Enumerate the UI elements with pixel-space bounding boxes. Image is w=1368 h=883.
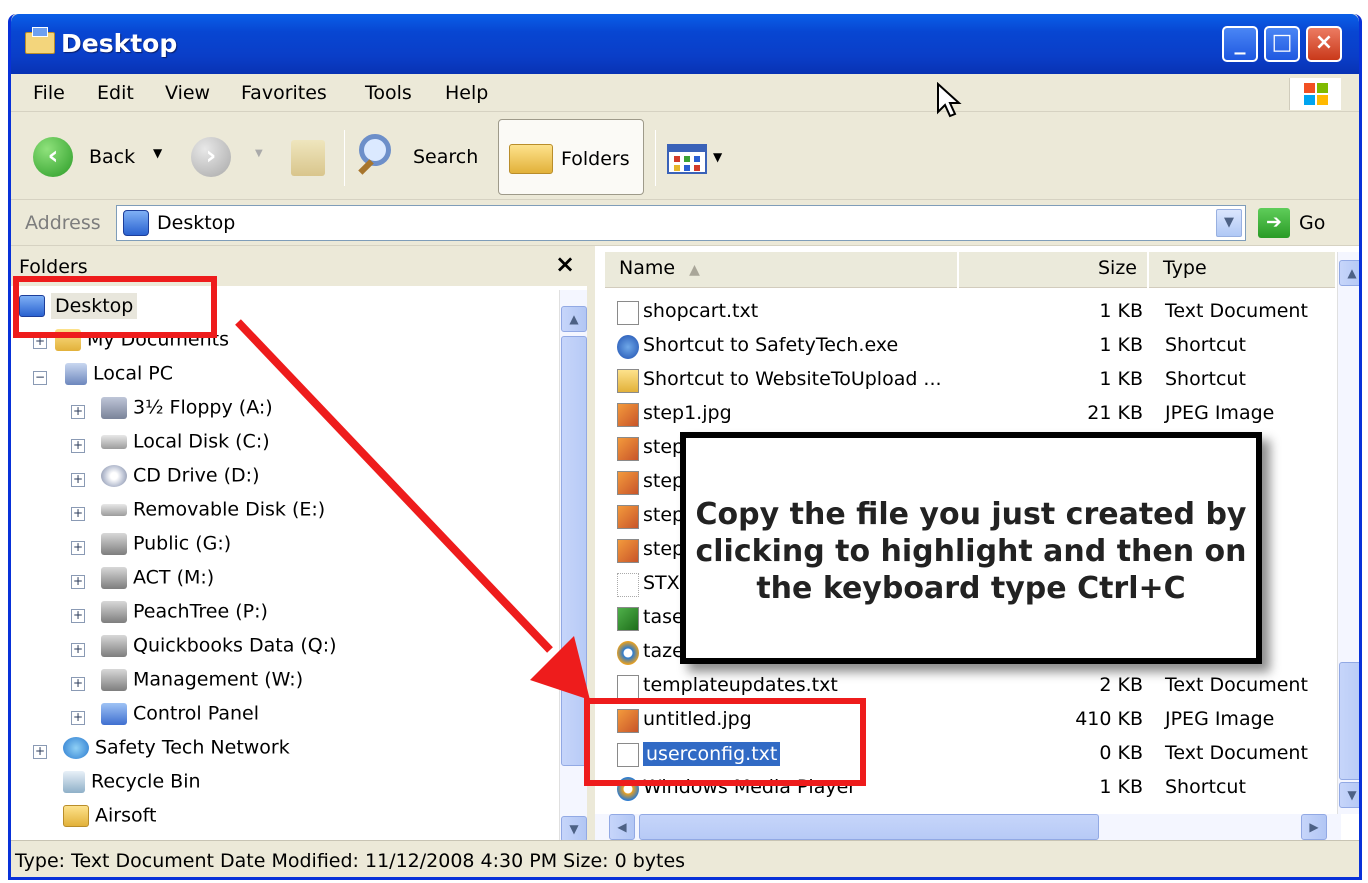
instruction-callout: Copy the file you just created by clicki… (680, 432, 1262, 664)
callout-line: Copy the file you just created by (695, 497, 1247, 532)
callout-line: the keyboard type Ctrl+C (756, 571, 1186, 606)
mouse-cursor-icon (937, 82, 962, 118)
callout-line: clicking to highlight and then on (695, 534, 1247, 569)
